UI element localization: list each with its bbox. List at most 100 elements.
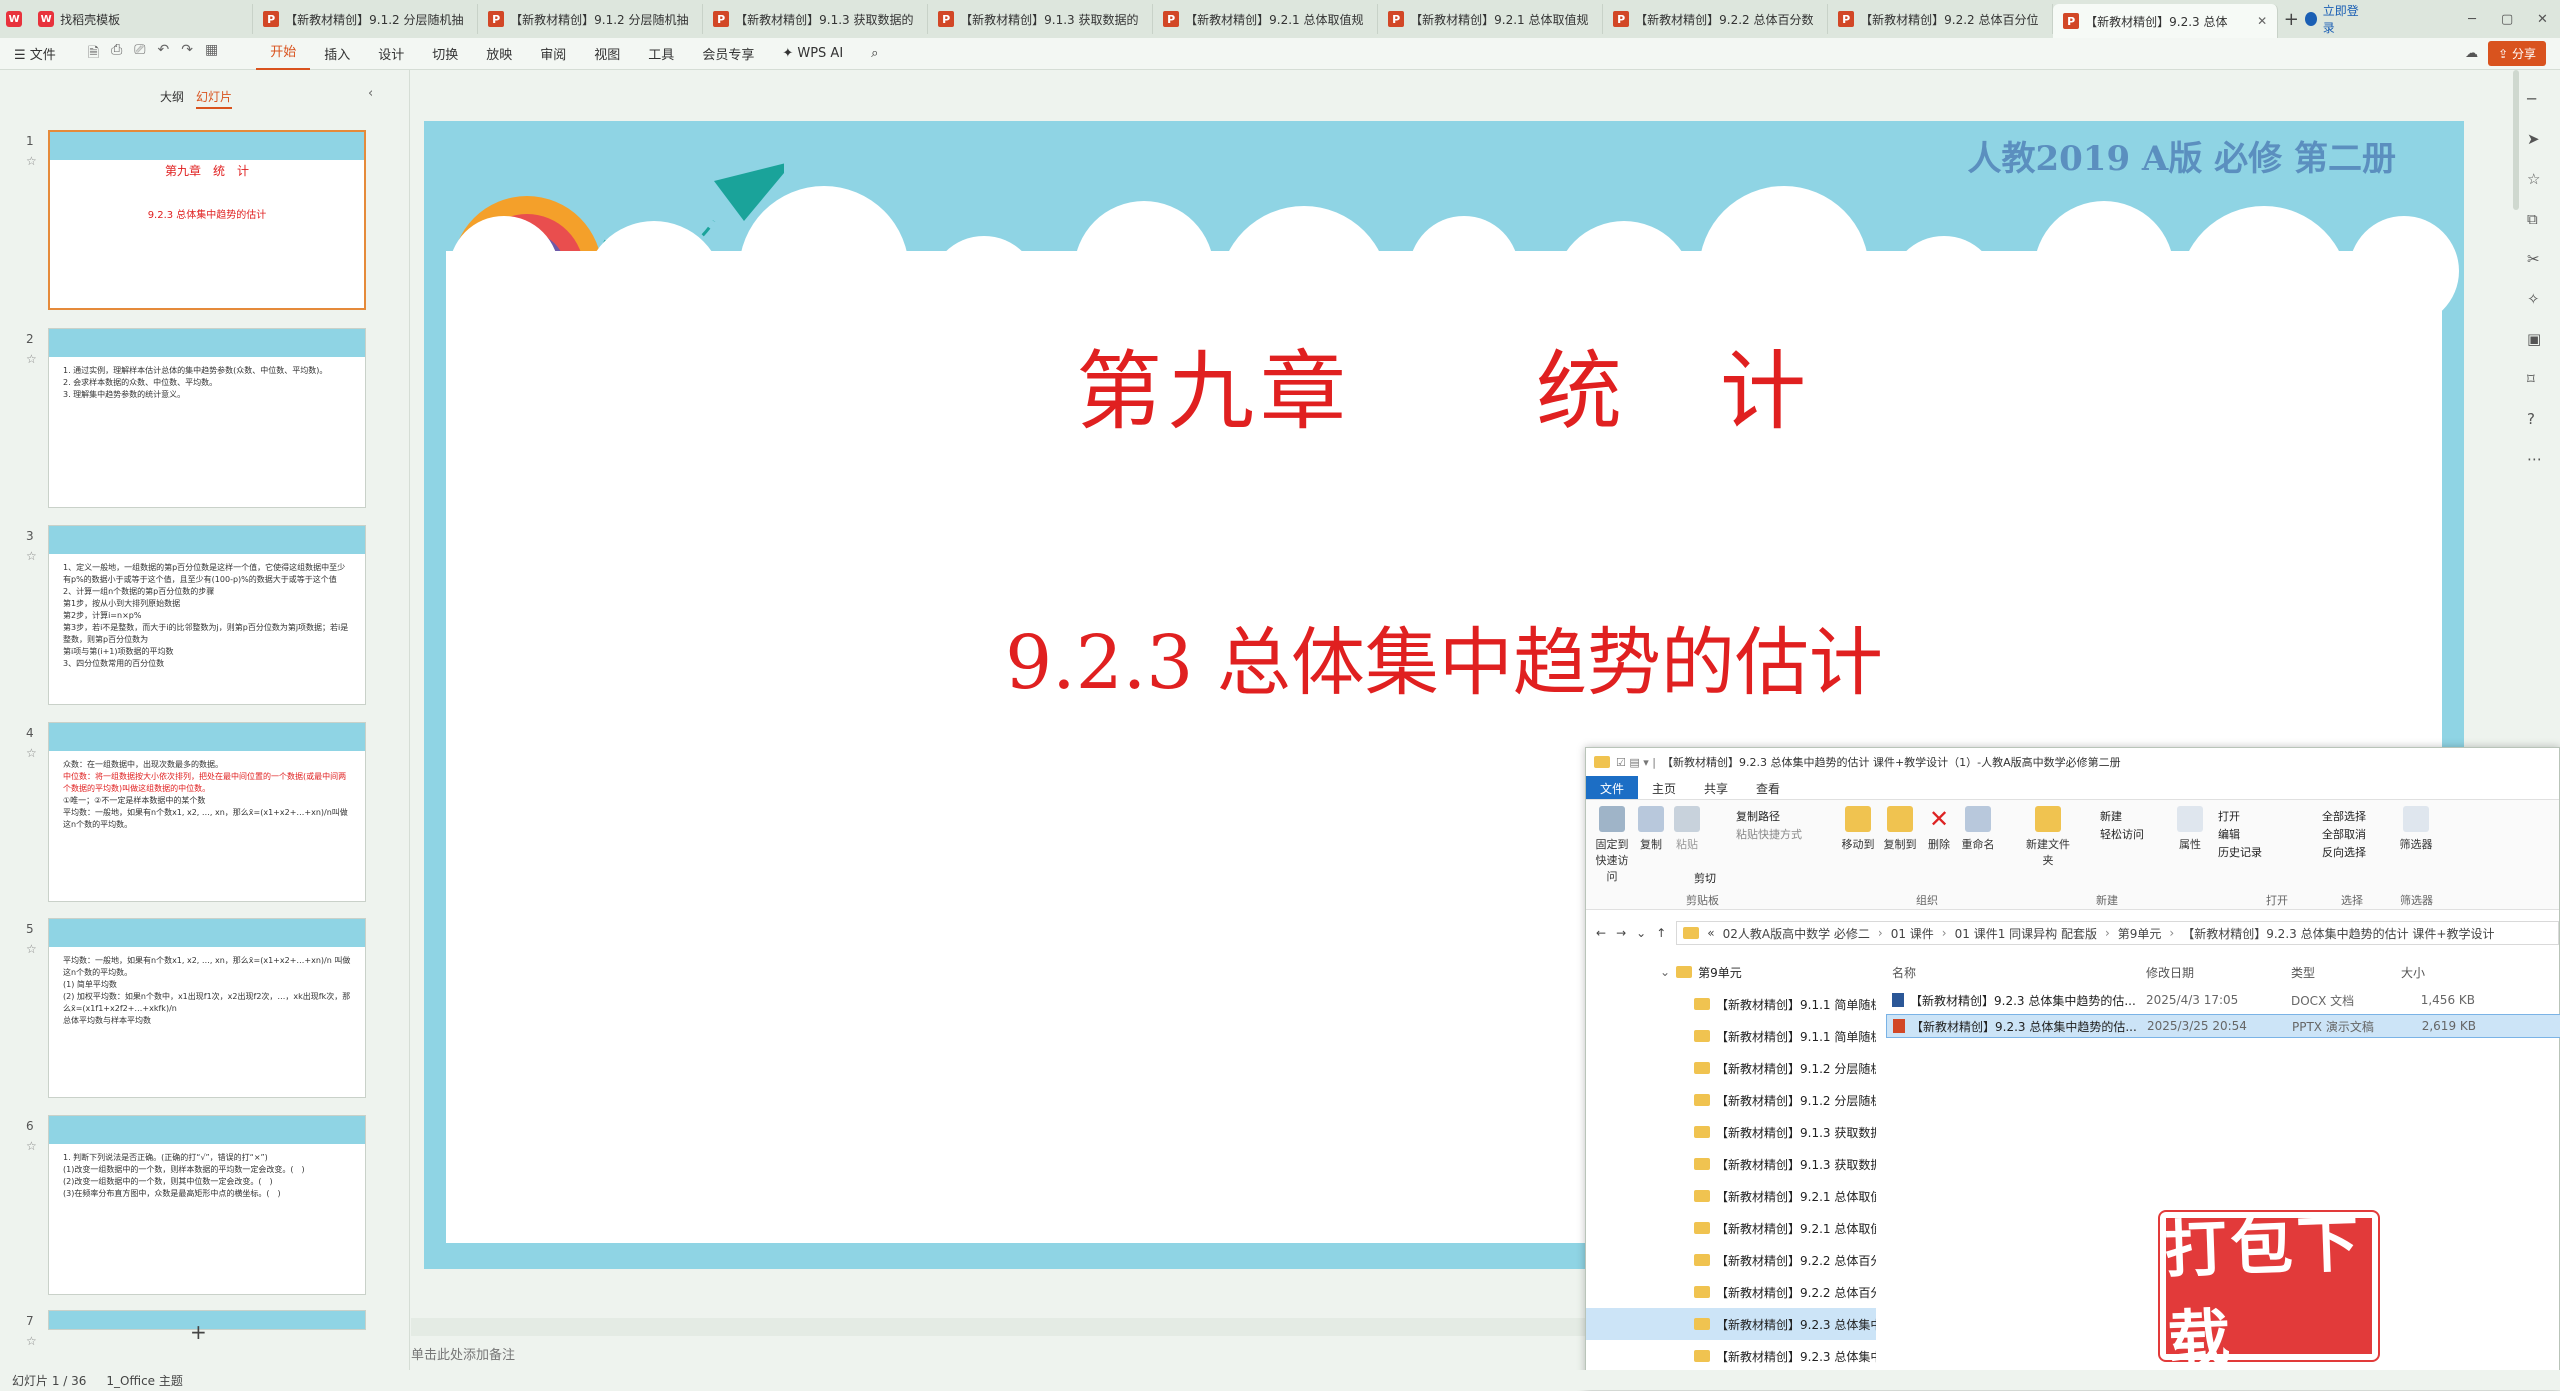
outline-tab[interactable]: 大纲	[160, 88, 184, 105]
menu-item[interactable]: 放映	[472, 44, 526, 63]
slide-thumbnail[interactable]: 1. 判断下列说法是否正确。(正确的打“√”，错误的打“×”) (1)改变一组数据…	[48, 1115, 366, 1295]
qat-icon[interactable]: ☑ ▤ ▾ |	[1616, 756, 1656, 769]
add-slide-button[interactable]: +	[190, 1320, 207, 1344]
tree-item[interactable]: 【新教材精创】9.2.1 总体取值规律	[1586, 1180, 1876, 1212]
tree-item[interactable]: 【新教材精创】9.2.1 总体取值规律	[1586, 1212, 1876, 1244]
paste-button[interactable]: 粘贴	[1670, 806, 1704, 852]
menu-item[interactable]: 审阅	[526, 44, 580, 63]
star-icon[interactable]: ☆	[26, 352, 37, 366]
slides-tab[interactable]: 幻灯片	[196, 88, 233, 109]
copy-path-button[interactable]: 复制路径	[1736, 808, 1780, 824]
menu-item[interactable]: 视图	[580, 44, 634, 63]
menu-item[interactable]: 切换	[418, 44, 472, 63]
explorer-tab[interactable]: 查看	[1742, 776, 1794, 799]
star-icon[interactable]: ☆	[26, 1139, 37, 1153]
image-icon[interactable]: ▣	[2527, 330, 2545, 348]
menu-item[interactable]: 会员专享	[688, 44, 768, 63]
minus-icon[interactable]: ─	[2527, 90, 2545, 108]
browser-tab[interactable]: P 【新教材精创】9.2.1 总体取值规	[1153, 4, 1379, 34]
copy-to-button[interactable]: 复制到	[1880, 806, 1920, 852]
save-icon[interactable]: 🗎	[88, 42, 99, 66]
cloud-icon[interactable]: ☁	[2455, 46, 2488, 61]
maximize-icon[interactable]: ▢	[2490, 12, 2525, 27]
tree-item[interactable]: 【新教材精创】9.1.2 分层随机抽样	[1586, 1052, 1876, 1084]
magic-icon[interactable]: ✧	[2527, 290, 2545, 308]
search-icon[interactable]: ⌕	[857, 46, 892, 61]
column-header[interactable]: 名称	[1886, 964, 2140, 981]
tree-item[interactable]: 【新教材精创】9.1.3 获取数据的途径	[1586, 1148, 1876, 1180]
star-icon[interactable]: ☆	[2527, 170, 2545, 188]
properties-button[interactable]: 属性	[2172, 806, 2208, 852]
up-icon[interactable]: ↑	[1656, 926, 1666, 940]
forward-icon[interactable]: →	[1616, 926, 1626, 940]
close-icon[interactable]: ✕	[2525, 12, 2560, 27]
browser-tab[interactable]: P 【新教材精创】9.1.2 分层随机抽	[253, 4, 479, 34]
invert-selection-button[interactable]: 反向选择	[2322, 844, 2366, 860]
star-icon[interactable]: ☆	[26, 1334, 37, 1348]
help-icon[interactable]: ?	[2527, 410, 2545, 428]
slide-thumbnail[interactable]: 平均数：一般地，如果有n个数x1, x2, …, xn，那么x̄=(x1+x2+…	[48, 918, 366, 1098]
format-icon[interactable]: ▦	[205, 42, 218, 66]
delete-button[interactable]: ✕ 删除	[1924, 806, 1954, 852]
easy-access-button[interactable]: 轻松访问	[2100, 826, 2144, 842]
explorer-tab[interactable]: 主页	[1638, 776, 1690, 799]
browser-tab[interactable]: P 【新教材精创】9.2.3 总体 ✕	[2053, 4, 2279, 38]
notes-area[interactable]: 单击此处添加备注	[411, 1336, 1581, 1370]
history-button[interactable]: 历史记录	[2218, 844, 2262, 860]
column-header[interactable]: 大小	[2395, 964, 2475, 981]
star-icon[interactable]: ☆	[26, 746, 37, 760]
vertical-scrollbar[interactable]	[2513, 70, 2519, 210]
filter-button[interactable]: 筛选器	[2398, 806, 2434, 852]
tools-icon[interactable]: ✂	[2527, 250, 2545, 268]
file-row[interactable]: 【新教材精创】9.2.3 总体集中趋势的估... 2025/3/25 20:54 P…	[1886, 1014, 2560, 1038]
file-row[interactable]: 【新教材精创】9.2.3 总体集中趋势的估... 2025/4/3 17:05 DO…	[1886, 988, 2560, 1012]
new-item-button[interactable]: 新建	[2100, 808, 2122, 824]
tree-item[interactable]: 【新教材精创】9.1.2 分层随机抽样	[1586, 1084, 1876, 1116]
login-button[interactable]: 立即登录	[2304, 2, 2365, 36]
browser-tab[interactable]: P 【新教材精创】9.1.2 分层随机抽	[478, 4, 704, 34]
browser-tab[interactable]: P 【新教材精创】9.2.2 总体百分数	[1603, 4, 1829, 34]
breadcrumb-item[interactable]: 01 课件1 同课异构 配套版	[1955, 925, 2097, 942]
more-icon[interactable]: ⋯	[2527, 450, 2545, 468]
breadcrumb-item[interactable]: 02人教A版高中数学 必修二	[1723, 925, 1870, 942]
select-none-button[interactable]: 全部取消	[2322, 826, 2366, 842]
menu-item[interactable]: 设计	[364, 44, 418, 63]
explorer-tab[interactable]: 文件	[1586, 776, 1639, 799]
select-all-button[interactable]: 全部选择	[2322, 808, 2366, 824]
tree-item[interactable]: 【新教材精创】9.2.3 总体集中趋势	[1586, 1308, 1876, 1340]
browser-tab[interactable]: W 找稻壳模板	[28, 4, 254, 34]
export-icon[interactable]: ⎙	[111, 42, 122, 66]
tree-item[interactable]: 【新教材精创】9.2.2 总体百分数	[1586, 1244, 1876, 1276]
copy-button[interactable]: 复制	[1634, 806, 1668, 852]
slide-thumbnail[interactable]: 1. 通过实例，理解样本估计总体的集中趋势参数(众数、中位数、平均数)。 2. 会…	[48, 328, 366, 508]
wps-ai-button[interactable]: ✦ WPS AI	[768, 46, 857, 61]
wps-logo-icon[interactable]: W	[0, 0, 28, 38]
tree-item[interactable]: 【新教材精创】9.1.1 简单随机抽样	[1586, 1020, 1876, 1052]
breadcrumb-item[interactable]: 第9单元	[2118, 925, 2162, 942]
breadcrumb-item[interactable]: 【新教材精创】9.2.3 总体集中趋势的估计 课件+教学设计	[2182, 925, 2494, 942]
pointer-icon[interactable]: ➤	[2527, 130, 2545, 148]
slide-thumbnail[interactable]: 1、定义一般地，一组数据的第p百分位数是这样一个值，它使得这组数据中至少有p%的…	[48, 525, 366, 705]
redo-icon[interactable]: ↷	[181, 42, 193, 66]
recent-icon[interactable]: ⌄	[1636, 926, 1646, 940]
tree-item[interactable]: 【新教材精创】9.1.3 获取数据的途径	[1586, 1116, 1876, 1148]
paste-shortcut-button[interactable]: 粘贴快捷方式	[1736, 826, 1802, 842]
move-to-button[interactable]: 移动到	[1838, 806, 1878, 852]
address-bar[interactable]: « 02人教A版高中数学 必修二 › 01 课件 › 01 课件1 同课异构 配套版 › 第9…	[1676, 921, 2559, 945]
tab-close-icon[interactable]: ✕	[2257, 14, 2267, 28]
download-banner-button[interactable]: 打包下载	[2160, 1207, 2378, 1377]
collapse-panel-icon[interactable]: ‹	[368, 86, 373, 101]
menu-item[interactable]: 插入	[310, 44, 364, 63]
edit-button[interactable]: 编辑	[2218, 826, 2240, 842]
browser-tab[interactable]: P 【新教材精创】9.1.3 获取数据的	[703, 4, 929, 34]
tree-item[interactable]: 【新教材精创】9.2.2 总体百分位数	[1586, 1276, 1876, 1308]
back-icon[interactable]: ←	[1596, 926, 1606, 940]
explorer-tab[interactable]: 共享	[1690, 776, 1742, 799]
copy-icon[interactable]: ⧉	[2527, 210, 2545, 228]
star-icon[interactable]: ☆	[26, 154, 37, 168]
cut-button[interactable]: 剪切	[1694, 870, 1716, 886]
menu-item[interactable]: 开始	[256, 38, 311, 70]
new-folder-button[interactable]: 新建文件夹	[2026, 806, 2070, 868]
rename-button[interactable]: 重命名	[1958, 806, 1998, 852]
tree-item[interactable]: 【新教材精创】9.1.1 简单随机抽样	[1586, 988, 1876, 1020]
